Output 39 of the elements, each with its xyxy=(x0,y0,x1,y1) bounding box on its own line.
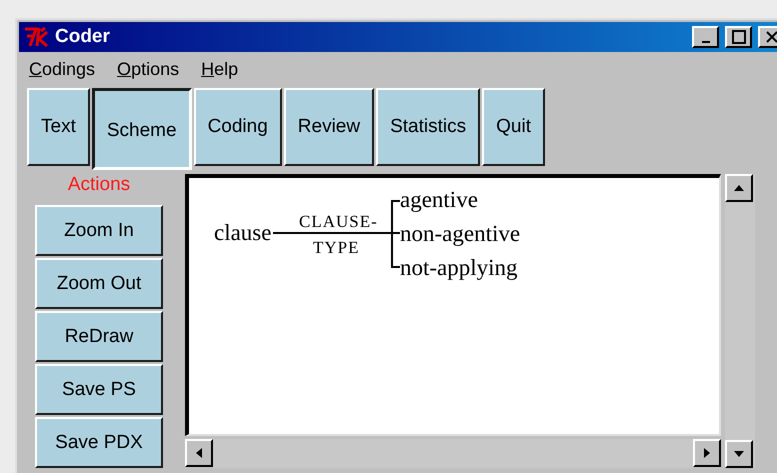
bracket-line xyxy=(391,200,400,268)
menu-item[interactable]: Options xyxy=(117,58,180,80)
close-icon xyxy=(764,30,777,44)
action-button[interactable]: Zoom In xyxy=(35,205,163,256)
tab[interactable]: Coding xyxy=(194,88,282,166)
action-button[interactable]: Zoom Out xyxy=(35,258,163,310)
feature-label: TYPE xyxy=(313,239,360,256)
horizontal-scrollbar[interactable] xyxy=(185,439,721,468)
scroll-left-button[interactable] xyxy=(185,439,213,467)
up-arrow-icon xyxy=(733,184,745,192)
actions-heading: Actions xyxy=(66,174,132,197)
tab[interactable]: Text xyxy=(27,88,90,166)
scroll-right-button[interactable] xyxy=(693,439,721,467)
action-button[interactable]: Save PDX xyxy=(35,417,163,468)
scroll-down-button[interactable] xyxy=(725,440,753,468)
root-label: clause xyxy=(214,221,272,244)
down-arrow-icon xyxy=(733,450,745,458)
tab[interactable]: Quit xyxy=(482,88,545,166)
action-button[interactable]: Save PS xyxy=(35,364,163,416)
tab[interactable]: Scheme xyxy=(92,88,192,170)
option-label: not-applying xyxy=(400,256,518,279)
scroll-up-button[interactable] xyxy=(725,174,753,202)
left-arrow-icon xyxy=(195,447,203,459)
minimize-button[interactable] xyxy=(692,26,719,48)
window-title: Coder xyxy=(55,26,110,48)
close-button[interactable] xyxy=(758,26,777,48)
tab[interactable]: Review xyxy=(284,88,374,166)
option-label: agentive xyxy=(400,188,478,211)
maximize-button[interactable] xyxy=(725,26,752,48)
minimize-icon xyxy=(702,41,710,43)
tab[interactable]: Statistics xyxy=(376,88,480,166)
right-arrow-icon xyxy=(703,447,711,459)
option-label: non-agentive xyxy=(400,222,520,245)
vertical-scrollbar[interactable] xyxy=(725,174,755,468)
feature-label: CLAUSE- xyxy=(299,213,378,230)
maximize-icon xyxy=(732,30,746,44)
menu-item[interactable]: Help xyxy=(201,58,238,80)
action-button[interactable]: ReDraw xyxy=(35,311,163,362)
menu-item[interactable]: Codings xyxy=(29,58,96,80)
